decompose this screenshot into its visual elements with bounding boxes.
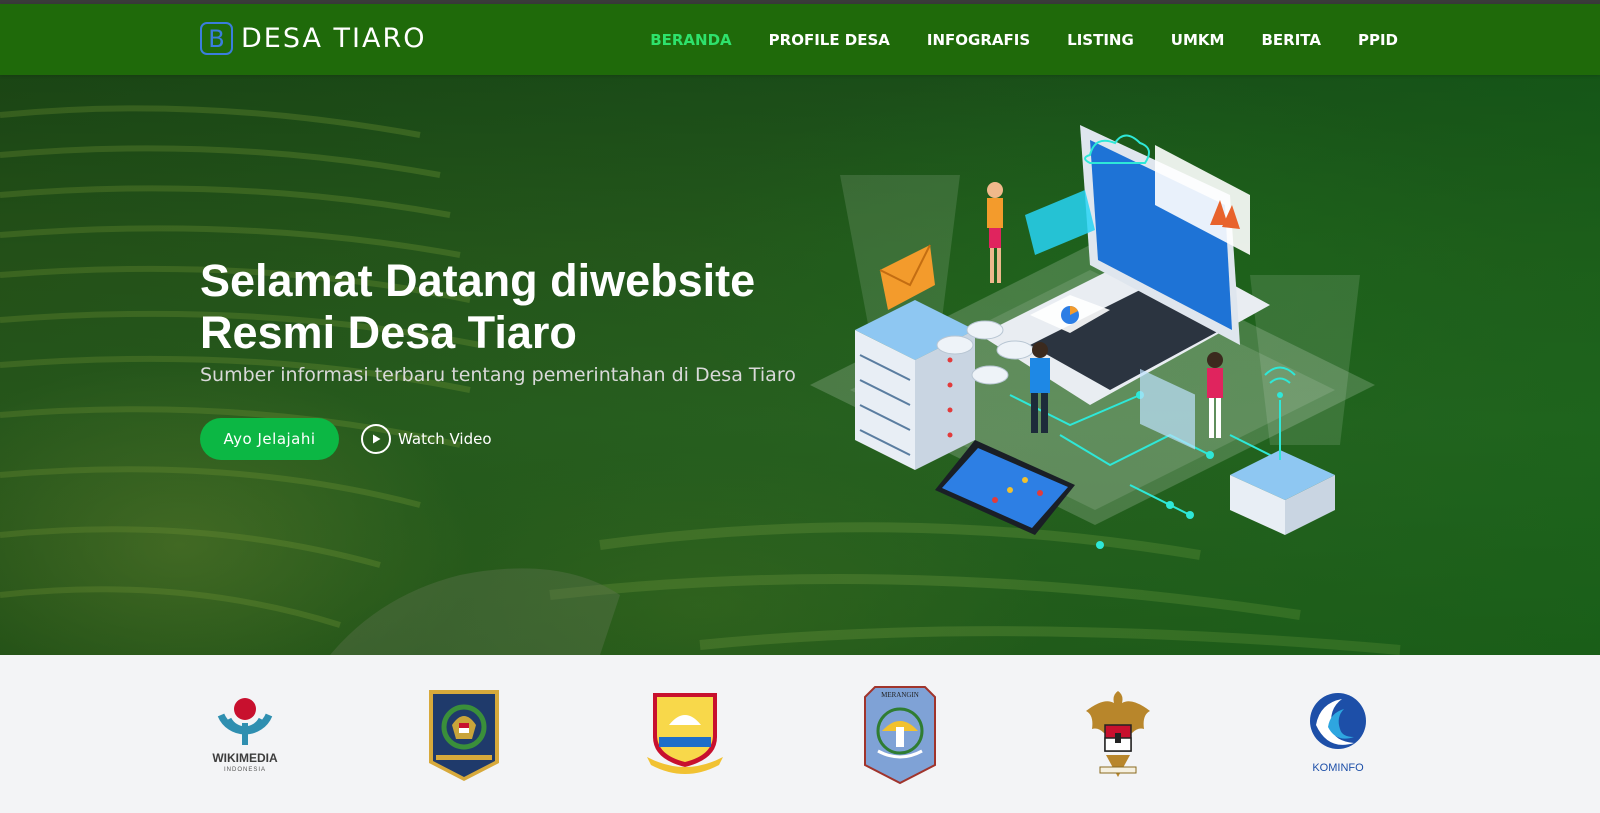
play-icon [361,424,391,454]
brand-name: DESA TIARO [241,23,427,54]
technology-illustration [810,125,1375,549]
nav-link-listing[interactable]: LISTING [1067,31,1134,49]
kabupaten-merangin-logo[interactable]: MERANGIN [860,685,940,785]
nav-link-ppid[interactable]: PPID [1358,31,1398,49]
partners-logo-strip: WIKIMEDIA INDONESIA MERANGIN KOMINFO [0,655,1600,813]
brand-logo-link[interactable]: B DESA TIARO [200,22,426,55]
brand-mark-icon: B [200,22,233,55]
svg-text:KOMINFO: KOMINFO [1312,762,1364,774]
hero-section: Selamat Datang diwebsite Resmi Desa Tiar… [0,75,1600,655]
svg-text:WIKIMEDIA: WIKIMEDIA [212,751,278,765]
watch-video-link[interactable]: Watch Video [361,424,492,454]
nav-link-umkm[interactable]: UMKM [1171,31,1225,49]
main-nav: BERANDA PROFILE DESA INFOGRAFIS LISTING … [613,4,1398,75]
garuda-pancasila-emblem[interactable] [1078,685,1158,785]
svg-text:MERANGIN: MERANGIN [881,691,919,699]
hero-title: Selamat Datang diwebsite Resmi Desa Tiar… [200,255,756,358]
navbar: B DESA TIARO BERANDA PROFILE DESA INFOGR… [0,4,1600,75]
watch-video-label: Watch Video [398,430,492,448]
nav-link-infografis[interactable]: INFOGRAFIS [927,31,1030,49]
svg-text:INDONESIA: INDONESIA [224,767,266,773]
wikimedia-indonesia-logo[interactable]: WIKIMEDIA INDONESIA [205,685,285,785]
nav-link-profile-desa[interactable]: PROFILE DESA [769,31,890,49]
kominfo-logo[interactable]: KOMINFO [1298,685,1378,785]
nav-link-beranda[interactable]: BERANDA [650,31,731,49]
nav-link-berita[interactable]: BERITA [1261,31,1321,49]
kemendagri-emblem-logo[interactable] [424,685,504,785]
provinsi-jambi-logo[interactable] [645,685,725,785]
hero-subtitle: Sumber informasi terbaru tentang pemerin… [200,364,796,386]
explore-button[interactable]: Ayo Jelajahi [200,418,339,460]
